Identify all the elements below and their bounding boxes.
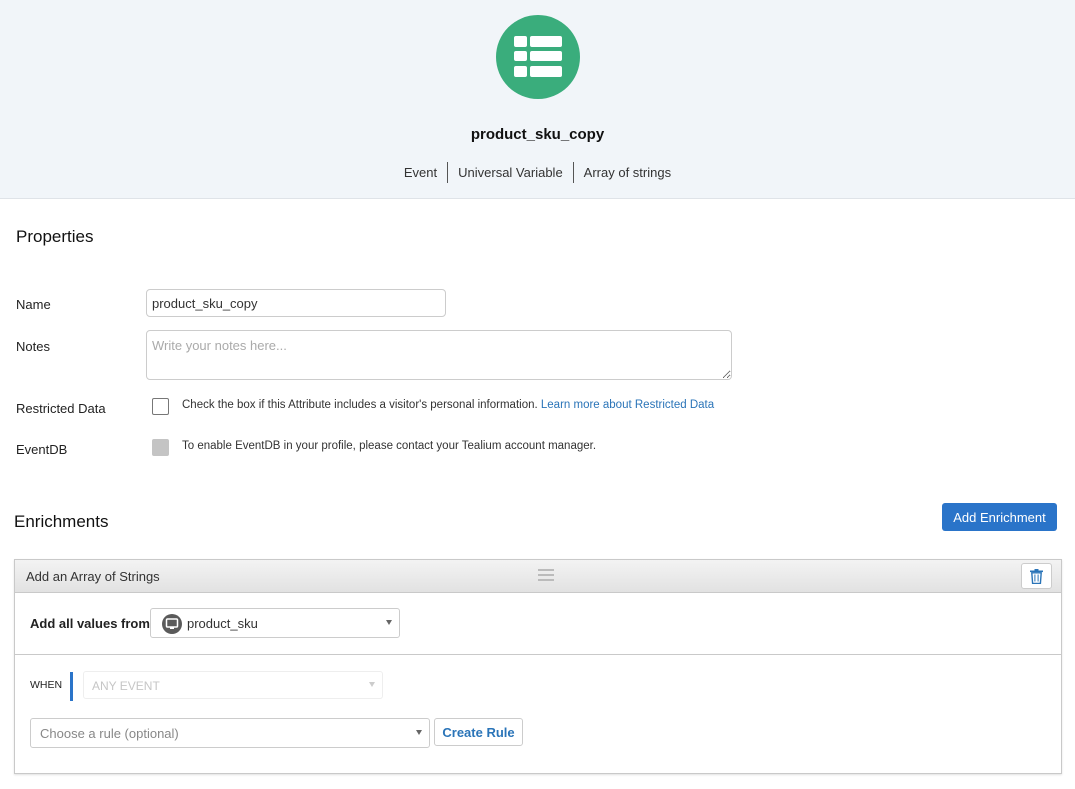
eventdb-checkbox xyxy=(152,439,169,456)
rule-placeholder: Choose a rule (optional) xyxy=(40,726,179,741)
eventdb-label: EventDB xyxy=(16,442,68,457)
table-icon xyxy=(514,36,562,77)
notes-textarea[interactable] xyxy=(146,330,732,380)
notes-label: Notes xyxy=(16,339,50,354)
source-attribute-select[interactable]: product_sku xyxy=(150,608,400,638)
enrichment-card: Add an Array of Strings Add all values f… xyxy=(14,559,1062,774)
attribute-header: product_sku_copy Event Universal Variabl… xyxy=(0,0,1075,199)
restricted-data-label: Restricted Data xyxy=(16,401,106,416)
rule-select[interactable]: Choose a rule (optional) xyxy=(30,718,430,748)
when-label: WHEN xyxy=(30,679,63,691)
chevron-down-icon xyxy=(369,682,375,687)
attribute-icon-badge xyxy=(496,15,580,99)
name-input[interactable] xyxy=(146,289,446,317)
trash-icon xyxy=(1030,569,1043,584)
restricted-data-learn-more-link[interactable]: Learn more about Restricted Data xyxy=(541,399,714,411)
drag-handle-icon[interactable] xyxy=(538,569,554,583)
enrichment-card-header: Add an Array of Strings xyxy=(15,560,1061,593)
name-label: Name xyxy=(16,297,51,312)
attribute-meta: Event Universal Variable Array of string… xyxy=(0,162,1075,183)
add-enrichment-button[interactable]: Add Enrichment xyxy=(942,503,1057,531)
event-trigger-value: ANY EVENT xyxy=(92,679,160,693)
chevron-down-icon xyxy=(416,730,422,735)
meta-type: Universal Variable xyxy=(447,162,573,183)
event-trigger-select: ANY EVENT xyxy=(83,671,383,699)
restricted-data-checkbox[interactable] xyxy=(152,398,169,415)
create-rule-button[interactable]: Create Rule xyxy=(434,718,523,746)
enrichment-title: Add an Array of Strings xyxy=(26,569,160,584)
attribute-name-title: product_sku_copy xyxy=(470,126,605,143)
properties-heading: Properties xyxy=(16,227,94,246)
eventdb-help: To enable EventDB in your profile, pleas… xyxy=(182,440,597,452)
restricted-data-help-text: Check the box if this Attribute includes… xyxy=(182,399,538,411)
enrichment-source-row: Add all values from product_sku xyxy=(15,593,1061,655)
chevron-down-icon xyxy=(386,620,392,625)
monitor-icon xyxy=(162,614,182,634)
source-attribute-value: product_sku xyxy=(187,616,258,631)
when-indicator xyxy=(70,672,73,701)
enrichments-heading: Enrichments xyxy=(14,512,109,531)
restricted-data-help: Check the box if this Attribute includes… xyxy=(182,399,714,411)
meta-scope: Event xyxy=(403,165,438,180)
delete-enrichment-button[interactable] xyxy=(1021,563,1052,589)
meta-data-type: Array of strings xyxy=(572,162,681,183)
source-label: Add all values from xyxy=(30,616,150,631)
